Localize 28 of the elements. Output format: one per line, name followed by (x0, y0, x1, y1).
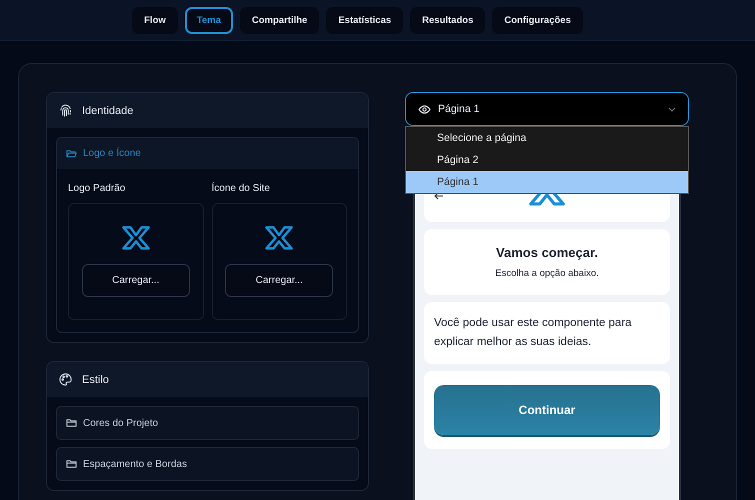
upload-button[interactable]: Carregar... (225, 264, 334, 297)
continue-button[interactable]: Continuar (434, 385, 660, 435)
section-header[interactable]: Logo e Ícone (57, 138, 358, 169)
card-title: Identidade (82, 104, 134, 116)
card-header[interactable]: Identidade (47, 93, 368, 128)
card-header[interactable]: Estilo (47, 362, 368, 397)
dropdown-option[interactable]: Selecione a página (406, 127, 688, 149)
preview-heading: Vamos começar. (496, 245, 598, 260)
page-select[interactable]: Página 1 (405, 92, 689, 126)
dropdown-option[interactable]: Página 1 (406, 171, 688, 193)
nav-tab[interactable]: Tema (184, 6, 233, 34)
upload-button[interactable]: Carregar... (82, 264, 190, 297)
card-title: Estilo (82, 374, 109, 386)
section-title: Cores do Projeto (83, 418, 158, 428)
nav-tab[interactable]: Resultados (410, 6, 486, 34)
section-row[interactable]: Espaçamento e Bordas (56, 447, 359, 481)
nav-tab[interactable]: Estatísticas (326, 6, 404, 34)
dropdown-option[interactable]: Página 2 (406, 149, 688, 171)
section-title: Logo e Ícone (83, 148, 141, 159)
slot-label: Logo Padrão (68, 183, 126, 194)
nav-tab[interactable]: Flow (132, 6, 178, 34)
preview-subheading: Escolha a opção abaixo. (495, 268, 599, 279)
preview-text: Você pode usar este componente para explicar melhor as suas ideias. (434, 317, 632, 348)
nav-tab[interactable]: Compartilhe (240, 6, 320, 34)
section-title: Espaçamento e Bordas (83, 458, 187, 470)
nav-tab[interactable]: Configurações (492, 6, 583, 34)
section-row[interactable]: Cores do Projeto (56, 406, 359, 440)
slot-label: Ícone do Site (212, 183, 271, 194)
